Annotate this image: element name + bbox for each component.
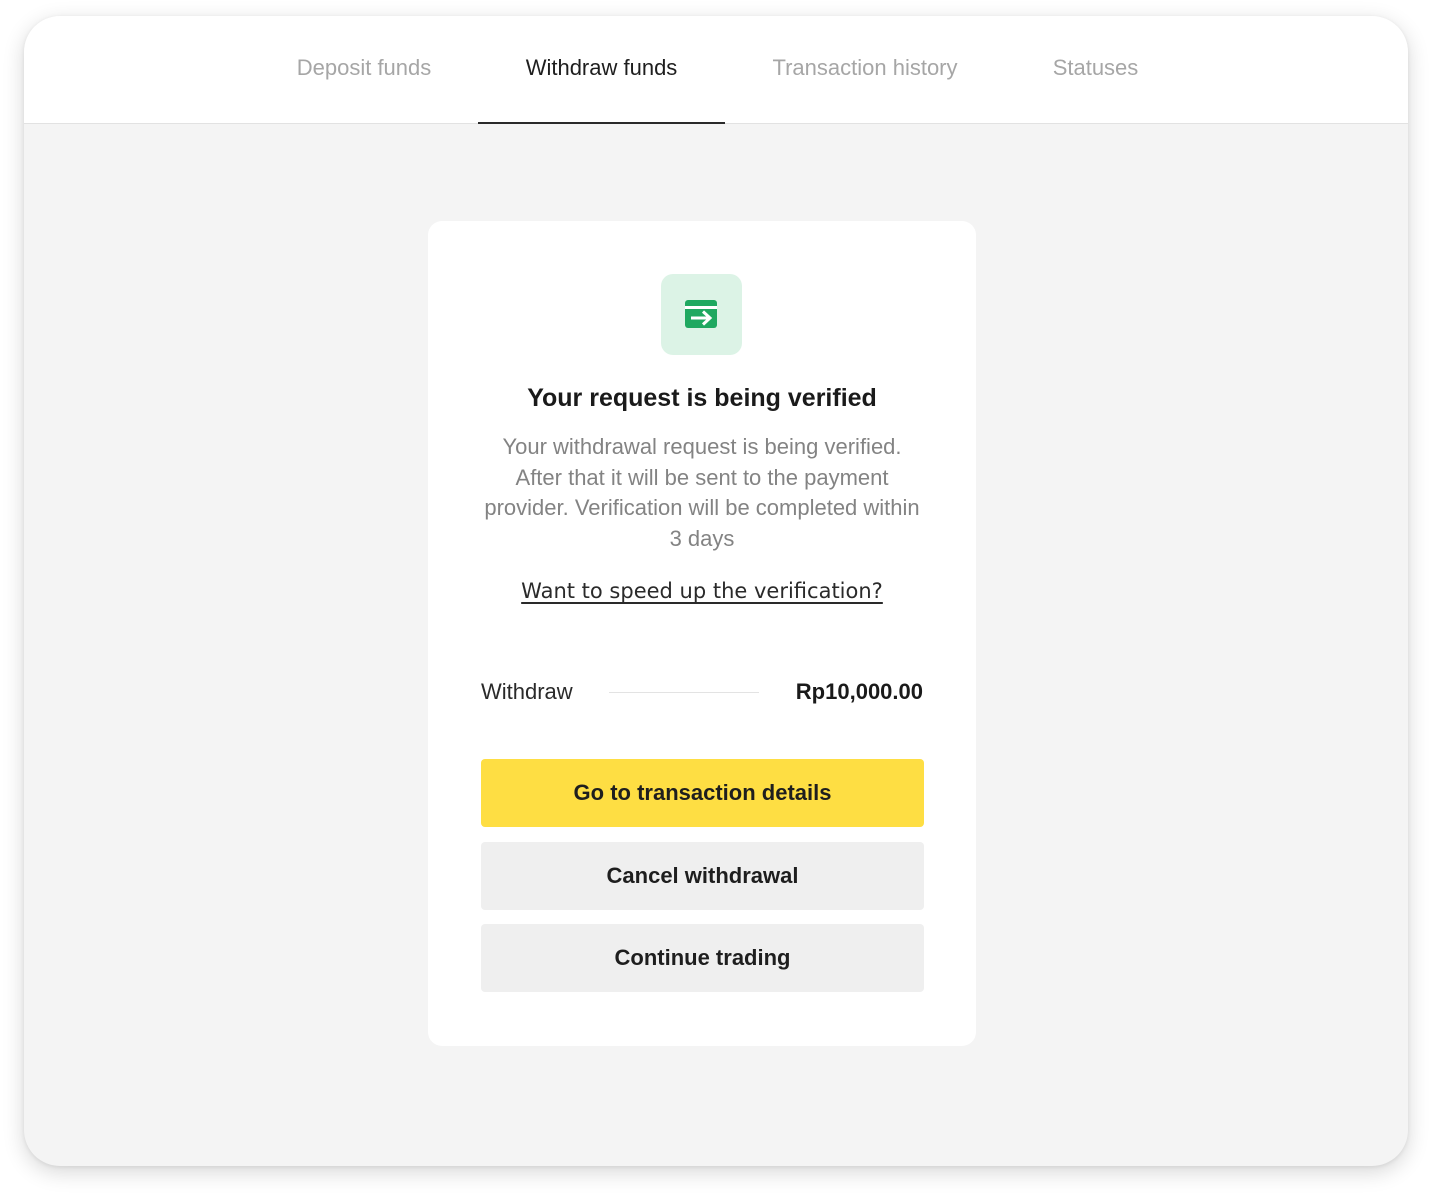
- go-to-transaction-details-button[interactable]: Go to transaction details: [481, 759, 924, 827]
- tab-deposit-funds[interactable]: Deposit funds: [284, 16, 444, 123]
- status-title: Your request is being verified: [527, 384, 877, 412]
- withdraw-amount-label: Withdraw: [481, 679, 573, 704]
- amount-divider: [609, 692, 759, 693]
- cancel-withdrawal-button[interactable]: Cancel withdrawal: [481, 842, 924, 910]
- tab-withdraw-funds[interactable]: Withdraw funds: [478, 16, 725, 124]
- tab-transaction-history[interactable]: Transaction history: [759, 16, 971, 123]
- status-icon-box: [661, 274, 742, 355]
- tab-bar: Deposit funds Withdraw funds Transaction…: [24, 16, 1408, 124]
- status-description: Your withdrawal request is being verifie…: [484, 434, 920, 551]
- verification-card: Your request is being verified Your with…: [428, 221, 976, 1046]
- continue-trading-button[interactable]: Continue trading: [481, 924, 924, 992]
- app-window: Deposit funds Withdraw funds Transaction…: [24, 16, 1408, 1166]
- card-transfer-icon: [685, 300, 717, 328]
- withdraw-amount-value: Rp10,000.00: [795, 679, 923, 704]
- speed-up-verification-link[interactable]: Want to speed up the verification?: [428, 579, 976, 603]
- withdraw-amount-row: Withdraw Rp10,000.00: [481, 677, 923, 707]
- tab-statuses[interactable]: Statuses: [1042, 16, 1149, 123]
